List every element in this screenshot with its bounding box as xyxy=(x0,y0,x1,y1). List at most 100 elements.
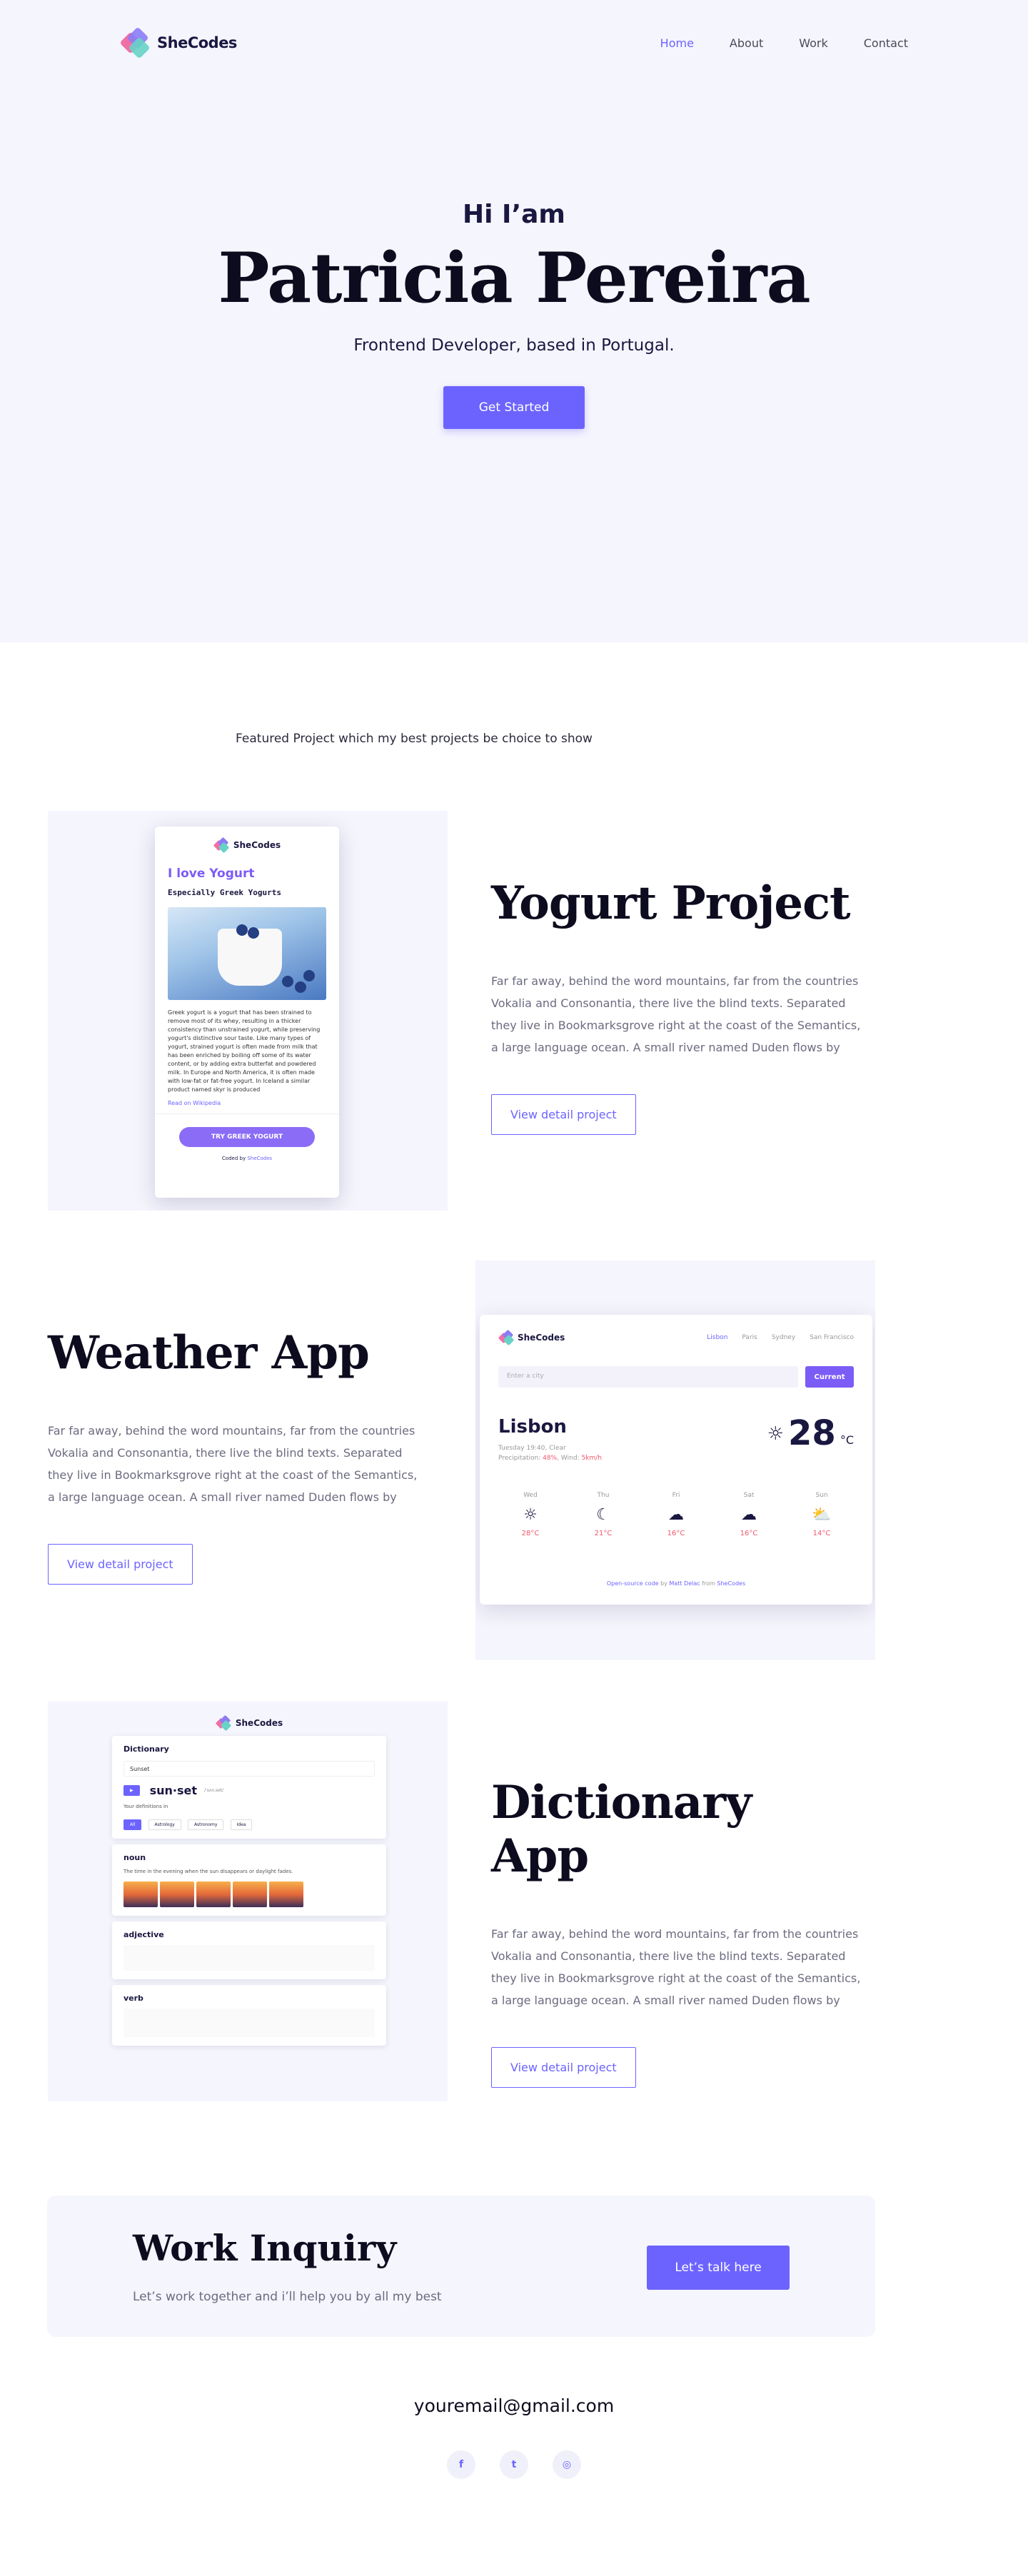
definition-text xyxy=(124,1945,375,1971)
city-search-input[interactable]: Enter a city xyxy=(498,1366,798,1388)
footer-by-text: by xyxy=(660,1580,667,1587)
dictionary-noun-card: noun The time in the evening when the su… xyxy=(112,1844,386,1916)
forecast-day: Fri ☁ 16°C xyxy=(655,1492,697,1537)
filter-pill[interactable]: Astrology xyxy=(148,1819,181,1830)
forecast-day-label: Thu xyxy=(597,1492,610,1499)
temp-value: 28 xyxy=(788,1413,836,1453)
view-detail-button-yogurt[interactable]: View detail project xyxy=(491,1094,636,1135)
dictionary-mock-logo: SheCodes xyxy=(112,1714,386,1732)
dictionary-mock-logo-text: SheCodes xyxy=(235,1718,283,1728)
weather-current: Lisbon Tuesday 19:40, Clear Precipitatio… xyxy=(498,1416,854,1463)
open-source-link[interactable]: Open-source code xyxy=(607,1580,659,1587)
sunset-image[interactable] xyxy=(160,1882,194,1907)
project-title: Weather App xyxy=(48,1326,370,1380)
city-tab-san-francisco[interactable]: San Francisco xyxy=(810,1334,854,1341)
sun-icon: ☼ xyxy=(523,1506,538,1524)
weather-mock-logo-text: SheCodes xyxy=(518,1333,565,1343)
dictionary-title: Dictionary xyxy=(124,1744,169,1754)
footer-email[interactable]: youremail@gmail.com xyxy=(0,2395,1028,2416)
weather-screenshot[interactable]: SheCodes Lisbon Paris Sydney San Francis… xyxy=(475,1261,875,1660)
yogurt-mock-heading: I love Yogurt xyxy=(168,867,255,881)
lets-talk-button[interactable]: Let’s talk here xyxy=(647,2246,790,2290)
forecast-temp: 16°C xyxy=(667,1530,685,1537)
dictionary-phonetic: /ˈsʌnˌset/ xyxy=(204,1788,224,1793)
precip-value: 48% xyxy=(543,1455,558,1462)
dictionary-verb-card: verb xyxy=(112,1985,386,2046)
part-of-speech-label: noun xyxy=(124,1853,146,1862)
play-audio-icon[interactable]: ▶ xyxy=(124,1785,140,1796)
filter-pill[interactable]: Astronomy xyxy=(187,1819,224,1830)
weather-meta: Tuesday 19:40, Clear Precipitation: 48%,… xyxy=(498,1445,602,1462)
get-started-button[interactable]: Get Started xyxy=(443,385,585,429)
nav-link-home[interactable]: Home xyxy=(660,36,694,50)
shecodes-logo-icon xyxy=(498,1329,515,1346)
nav-link-contact[interactable]: Contact xyxy=(864,36,908,50)
forecast-day: Sat ☁ 16°C xyxy=(727,1492,770,1537)
facebook-icon[interactable]: f xyxy=(447,2450,475,2479)
weather-forecast: Wed ☼ 28°C Thu ☾ 21°C Fri ☁ 16°C Sat ☁ 16°C Sun ⛅… xyxy=(494,1492,858,1537)
yogurt-mock-footer: Coded by SheCodes xyxy=(155,1156,339,1161)
nav-link-about[interactable]: About xyxy=(730,36,763,50)
current-location-button[interactable]: Current xyxy=(805,1366,854,1388)
view-detail-button-weather[interactable]: View detail project xyxy=(48,1544,193,1585)
weather-meta-date: Tuesday 19:40, Clear xyxy=(498,1445,566,1452)
dictionary-screenshot[interactable]: SheCodes Dictionary Sunset ▶ sun·set /ˈs… xyxy=(48,1702,448,2101)
project-description: Far far away, behind the word mountains,… xyxy=(491,974,861,1054)
try-greek-yogurt-button[interactable]: TRY GREEK YOGURT xyxy=(179,1127,315,1147)
sunset-image[interactable] xyxy=(233,1882,267,1907)
hero-section: SheCodes Home About Work Contact Hi I’am… xyxy=(0,0,1028,642)
inquiry-title: Work Inquiry xyxy=(133,2227,397,2269)
forecast-day-label: Fri xyxy=(672,1492,680,1499)
yogurt-mock-logo-text: SheCodes xyxy=(233,840,281,850)
cloud-icon: ☁ xyxy=(668,1506,684,1524)
logo[interactable]: SheCodes xyxy=(119,26,237,59)
moon-icon: ☾ xyxy=(596,1506,610,1524)
view-detail-button-dictionary[interactable]: View detail project xyxy=(491,2047,636,2088)
work-inquiry-section: Work Inquiry Let’s work together and i’l… xyxy=(47,2196,875,2337)
footer-author-link[interactable]: Matt Delac xyxy=(669,1580,700,1587)
cloud-icon: ☁ xyxy=(741,1506,757,1524)
project-description: Far far away, behind the word mountains,… xyxy=(491,1927,861,2007)
dictionary-adjective-card: adjective xyxy=(112,1921,386,1979)
weather-mock-card: SheCodes Lisbon Paris Sydney San Francis… xyxy=(480,1315,872,1605)
hero-name: Patricia Pereira xyxy=(218,238,810,318)
sunset-image[interactable] xyxy=(269,1882,303,1907)
sunset-image[interactable] xyxy=(124,1882,158,1907)
dictionary-word: sun·set xyxy=(149,1784,198,1797)
project-title: Dictionary App xyxy=(491,1776,752,1883)
weather-city-tabs: Lisbon Paris Sydney San Francisco xyxy=(707,1334,854,1341)
yogurt-mock-footer-brand[interactable]: SheCodes xyxy=(247,1156,272,1161)
yogurt-mock-card: SheCodes I love Yogurt Especially Greek … xyxy=(155,827,339,1198)
yogurt-mock-wiki-link[interactable]: Read on Wikipedia xyxy=(168,1100,326,1106)
dictionary-filter-pills: All Astrology Astronomy Idea xyxy=(124,1815,375,1830)
yogurt-screenshot[interactable]: SheCodes I love Yogurt Especially Greek … xyxy=(48,811,448,1211)
definition-text xyxy=(124,2009,375,2037)
filter-pill[interactable]: Idea xyxy=(230,1819,253,1830)
city-tab-paris[interactable]: Paris xyxy=(742,1334,757,1341)
city-tab-sydney[interactable]: Sydney xyxy=(772,1334,795,1341)
inquiry-subtitle: Let’s work together and i’ll help you by… xyxy=(133,2290,442,2304)
twitter-icon[interactable]: t xyxy=(500,2450,528,2479)
dictionary-search-input[interactable]: Sunset xyxy=(124,1761,375,1777)
forecast-day: Wed ☼ 28°C xyxy=(509,1492,552,1537)
filter-pill[interactable]: All xyxy=(124,1819,142,1830)
yogurt-mock-body: Greek yogurt is a yogurt that has been s… xyxy=(168,1009,321,1093)
footer-brand-link[interactable]: SheCodes xyxy=(717,1580,745,1587)
weather-search-row: Enter a city Current xyxy=(498,1366,854,1388)
forecast-day: Sun ⛅ 14°C xyxy=(800,1492,843,1537)
project-title: Yogurt Project xyxy=(491,877,851,930)
footer-from-text: from xyxy=(702,1580,715,1587)
dictionary-word-row: ▶ sun·set /ˈsʌnˌset/ xyxy=(124,1784,375,1797)
weather-mock-logo: SheCodes xyxy=(498,1329,565,1346)
nav-link-work[interactable]: Work xyxy=(799,36,828,50)
forecast-day-label: Sun xyxy=(815,1492,828,1499)
forecast-day: Thu ☾ 21°C xyxy=(582,1492,625,1537)
forecast-temp: 14°C xyxy=(812,1530,831,1537)
temp-unit[interactable]: °C xyxy=(840,1433,854,1447)
weather-city-name: Lisbon xyxy=(498,1416,567,1438)
instagram-icon[interactable]: ◎ xyxy=(553,2450,581,2479)
sunset-image[interactable] xyxy=(196,1882,231,1907)
sunset-images xyxy=(124,1882,375,1907)
city-tab-lisbon[interactable]: Lisbon xyxy=(707,1334,727,1341)
dictionary-text-block: Dictionary App Far far away, behind the … xyxy=(491,1776,862,2088)
